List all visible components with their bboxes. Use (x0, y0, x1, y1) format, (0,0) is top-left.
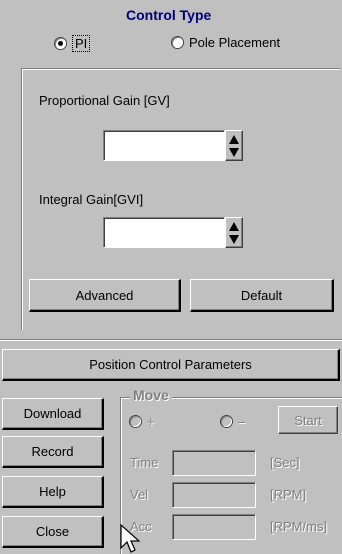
radio-pi[interactable]: PI (55, 35, 91, 52)
record-button[interactable]: Record (2, 436, 104, 468)
time-input[interactable] (172, 450, 256, 476)
integral-gain-input[interactable] (103, 217, 225, 248)
radio-pole-placement[interactable]: Pole Placement (172, 35, 280, 50)
move-plus-radio[interactable]: + (130, 414, 155, 429)
move-minus-radio-indicator (221, 416, 232, 427)
vel-input[interactable] (172, 482, 256, 508)
time-unit: [Sec] (270, 455, 300, 470)
radio-pole-placement-indicator (172, 37, 183, 48)
integral-gain-label: Integral Gain[GVI] (39, 192, 144, 207)
default-button[interactable]: Default (190, 279, 334, 312)
help-button[interactable]: Help (2, 476, 104, 508)
section-divider (0, 339, 342, 341)
mouse-cursor-icon (120, 524, 140, 553)
vel-label: Vel (130, 487, 149, 502)
move-minus-radio[interactable]: – (221, 414, 245, 429)
spin-arrows-icon (229, 134, 239, 157)
move-minus-label: – (238, 414, 246, 429)
proportional-gain-spinner[interactable] (225, 130, 243, 161)
download-button[interactable]: Download (2, 398, 104, 430)
move-plus-label: + (147, 414, 155, 429)
move-group-title: Move (130, 387, 172, 403)
radio-pi-label: PI (72, 35, 91, 52)
proportional-gain-input[interactable] (103, 130, 225, 161)
time-label: Time (130, 455, 159, 470)
control-type-title: Control Type (126, 7, 212, 23)
radio-pi-indicator (55, 38, 66, 49)
start-button[interactable]: Start (278, 406, 338, 434)
close-button[interactable]: Close (2, 516, 104, 548)
proportional-gain-label: Proportional Gain [GV] (39, 93, 170, 108)
position-control-parameters-button[interactable]: Position Control Parameters (2, 349, 340, 381)
vel-unit: [RPM] (270, 487, 307, 502)
radio-pole-placement-label: Pole Placement (189, 35, 281, 50)
acc-unit: [RPM/ms] (270, 519, 328, 534)
spin-arrows-icon (229, 221, 239, 244)
acc-input[interactable] (172, 514, 256, 540)
integral-gain-spinner[interactable] (225, 217, 243, 248)
advanced-button[interactable]: Advanced (29, 279, 181, 312)
move-plus-radio-indicator (130, 416, 141, 427)
